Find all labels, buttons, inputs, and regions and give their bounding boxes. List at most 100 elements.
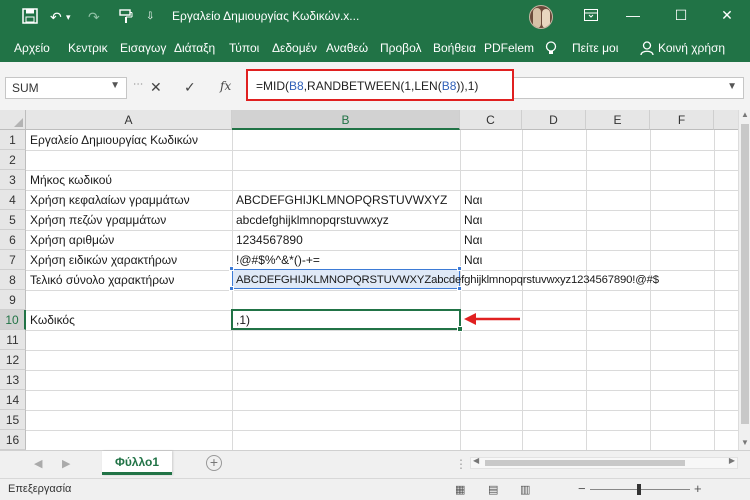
scroll-down-icon[interactable]: ▼ xyxy=(739,438,750,450)
column-header-g[interactable] xyxy=(714,110,738,130)
enter-icon[interactable]: ✓ xyxy=(184,79,196,96)
tab-pdfelement[interactable]: PDFelem xyxy=(484,41,534,55)
tab-help[interactable]: Βοήθεια xyxy=(433,41,476,55)
row-header-14[interactable]: 14 xyxy=(0,390,26,410)
name-box-value: SUM xyxy=(12,81,39,95)
cell-c6[interactable]: Ναι xyxy=(461,230,482,250)
cell-c5[interactable]: Ναι xyxy=(461,210,482,230)
row-header-3[interactable]: 3 xyxy=(0,170,26,190)
close-icon[interactable]: ✕ xyxy=(704,0,750,30)
undo-icon[interactable]: ↶ xyxy=(50,8,62,26)
maximize-icon[interactable]: ☐ xyxy=(658,0,704,30)
save-icon[interactable] xyxy=(22,8,38,26)
scroll-up-icon[interactable]: ▲ xyxy=(739,110,750,122)
cell-b8[interactable]: ABCDEFGHIJKLMNOPQRSTUVWXYZabcdefghijklmn… xyxy=(233,270,659,290)
horizontal-scrollbar[interactable]: ◀ ▶ xyxy=(470,456,738,469)
spreadsheet-grid[interactable]: A B C D E F 1 2 3 4 5 6 7 8 9 10 11 12 1… xyxy=(0,110,738,450)
row-header-4[interactable]: 4 xyxy=(0,190,26,210)
scroll-left-icon[interactable]: ◀ xyxy=(473,456,479,465)
cell-b6[interactable]: 1234567890 xyxy=(233,230,303,250)
tab-home[interactable]: Κεντρικ xyxy=(68,41,108,55)
insert-function-icon[interactable]: fx xyxy=(220,79,231,93)
row-header-10[interactable]: 10 xyxy=(0,310,26,330)
row-header-16[interactable]: 16 xyxy=(0,430,26,450)
tell-me-search[interactable]: Πείτε μοι xyxy=(572,41,618,55)
format-painter-icon[interactable] xyxy=(118,8,134,26)
select-all-button[interactable] xyxy=(0,110,26,130)
scrollbar-thumb[interactable] xyxy=(741,124,749,424)
person-icon[interactable] xyxy=(640,41,654,59)
column-header-b[interactable]: B xyxy=(232,110,460,130)
formula-input[interactable]: =MID(B8,RANDBETWEEN(1,LEN(B8)),1) xyxy=(246,69,514,101)
row-header-5[interactable]: 5 xyxy=(0,210,26,230)
scroll-right-icon[interactable]: ▶ xyxy=(729,456,735,465)
zoom-slider-knob[interactable] xyxy=(637,484,641,495)
row-header-7[interactable]: 7 xyxy=(0,250,26,270)
formula-bar-extension[interactable]: ▼ xyxy=(514,77,744,99)
tab-layout[interactable]: Διάταξη xyxy=(174,41,215,55)
tab-file[interactable]: Αρχείο xyxy=(14,41,50,55)
vertical-scrollbar[interactable]: ▲ ▼ xyxy=(738,110,750,450)
cell-a10[interactable]: Κωδικός xyxy=(27,310,75,330)
lightbulb-icon[interactable] xyxy=(545,41,557,59)
cell-b4[interactable]: ABCDEFGHIJKLMNOPQRSTUVWXYZ xyxy=(233,190,447,210)
add-sheet-icon[interactable]: + xyxy=(206,455,222,471)
sheet-tab-1[interactable]: Φύλλο1 xyxy=(102,451,172,475)
tab-review[interactable]: Αναθεώ xyxy=(326,41,368,55)
normal-view-icon[interactable]: ▦ xyxy=(455,483,465,496)
resize-dots-icon[interactable]: ⋮ xyxy=(132,79,143,88)
row-header-9[interactable]: 9 xyxy=(0,290,26,310)
row-header-2[interactable]: 2 xyxy=(0,150,26,170)
column-header-a[interactable]: A xyxy=(26,110,232,130)
cell-a5[interactable]: Χρήση πεζών γραμμάτων xyxy=(27,210,166,230)
tab-split-dots-icon[interactable]: ⋮ xyxy=(455,457,467,471)
chevron-down-icon[interactable]: ▼ xyxy=(110,80,120,91)
scrollbar-thumb[interactable] xyxy=(485,460,685,466)
gridline xyxy=(26,410,738,411)
row-header-1[interactable]: 1 xyxy=(0,130,26,150)
redo-icon[interactable]: ↷ xyxy=(88,8,100,26)
cell-b10[interactable]: ,1) xyxy=(233,310,250,330)
cell-a8[interactable]: Τελικό σύνολο χαρακτήρων xyxy=(27,270,174,290)
row-header-8[interactable]: 8 xyxy=(0,270,26,290)
active-cell-b10[interactable] xyxy=(231,309,461,330)
next-sheet-icon[interactable]: ▶ xyxy=(62,457,70,470)
tab-insert[interactable]: Εισαγωγ xyxy=(120,41,166,55)
zoom-out-icon[interactable]: − xyxy=(578,481,586,496)
row-header-15[interactable]: 15 xyxy=(0,410,26,430)
customize-toolbar-icon[interactable]: ⇩ xyxy=(146,8,154,26)
cell-a7[interactable]: Χρήση ειδικών χαρακτήρων xyxy=(27,250,177,270)
column-header-d[interactable]: D xyxy=(522,110,586,130)
name-box[interactable]: SUM ▼ xyxy=(5,77,127,99)
row-header-12[interactable]: 12 xyxy=(0,350,26,370)
column-header-c[interactable]: C xyxy=(460,110,522,130)
minimize-icon[interactable]: — xyxy=(610,0,656,30)
user-avatar[interactable] xyxy=(529,5,553,29)
tab-data[interactable]: Δεδομέν xyxy=(272,41,317,55)
tab-formulas[interactable]: Τύποι xyxy=(229,41,259,55)
cell-a4[interactable]: Χρήση κεφαλαίων γραμμάτων xyxy=(27,190,190,210)
cell-b7[interactable]: !@#$%^&*()-+= xyxy=(233,250,320,270)
cell-b5[interactable]: abcdefghijklmnopqrstuvwxyz xyxy=(233,210,389,230)
page-break-preview-icon[interactable]: ▥ xyxy=(520,483,530,496)
undo-dropdown-icon[interactable]: ▾ xyxy=(66,8,71,26)
formula-part-2: ,RANDBETWEEN(1,LEN( xyxy=(303,79,442,93)
row-header-13[interactable]: 13 xyxy=(0,370,26,390)
expand-formula-icon[interactable]: ▼ xyxy=(727,81,737,92)
cell-a1[interactable]: Εργαλείο Δημιουργίας Κωδικών xyxy=(27,130,198,150)
column-header-f[interactable]: F xyxy=(650,110,714,130)
ribbon-display-icon[interactable] xyxy=(568,0,614,30)
cell-a6[interactable]: Χρήση αριθμών xyxy=(27,230,114,250)
row-header-11[interactable]: 11 xyxy=(0,330,26,350)
tab-view[interactable]: Προβολ xyxy=(380,41,422,55)
previous-sheet-icon[interactable]: ◀ xyxy=(34,457,42,470)
column-header-e[interactable]: E xyxy=(586,110,650,130)
cancel-icon[interactable]: ✕ xyxy=(150,79,162,96)
zoom-in-icon[interactable]: + xyxy=(694,481,702,496)
row-header-6[interactable]: 6 xyxy=(0,230,26,250)
cell-c4[interactable]: Ναι xyxy=(461,190,482,210)
share-button[interactable]: Κοινή χρήση xyxy=(658,41,725,55)
cell-a3[interactable]: Μήκος κωδικού xyxy=(27,170,112,190)
page-layout-icon[interactable]: ▤ xyxy=(488,483,498,496)
cell-c7[interactable]: Ναι xyxy=(461,250,482,270)
